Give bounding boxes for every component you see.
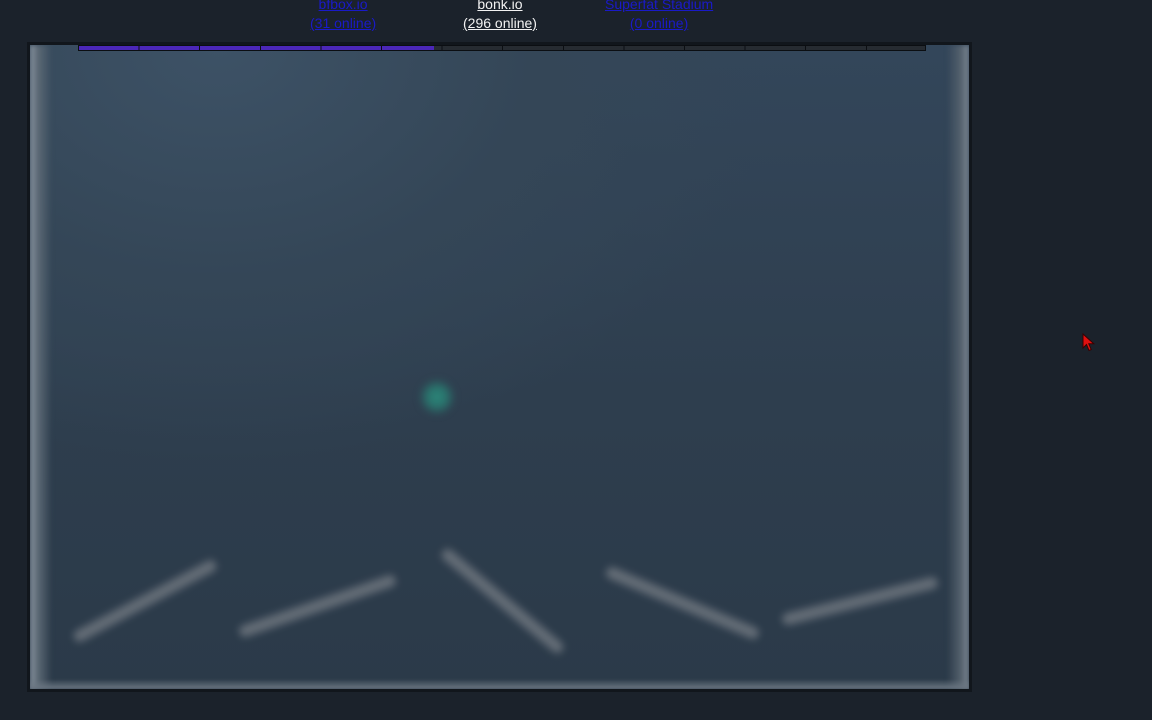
round-progress-ticks <box>79 46 925 50</box>
platform <box>439 546 566 656</box>
map-wall-right <box>947 45 969 689</box>
game-link-superfat-stadium[interactable]: Superfat Stadium (0 online) <box>605 0 713 33</box>
game-link-bonk[interactable]: bonk.io (296 online) <box>463 0 537 33</box>
game-frame[interactable] <box>27 42 972 692</box>
game-link-online-count: (31 online) <box>310 15 377 31</box>
game-link-name: bonk.io <box>477 0 523 12</box>
platform <box>604 565 761 641</box>
game-map-canvas[interactable] <box>30 45 969 689</box>
game-links-bar: bfbox.io (31 online) bonk.io (296 online… <box>0 0 1000 40</box>
map-floor <box>30 679 969 689</box>
platform <box>71 558 219 644</box>
map-wall-left <box>30 45 52 689</box>
player-ball <box>420 380 454 414</box>
game-link-bfbox[interactable]: bfbox.io (31 online) <box>310 0 376 33</box>
game-link-online-count: (296 online) <box>463 15 537 31</box>
game-link-name: bfbox.io <box>318 0 368 12</box>
game-link-online-count: (0 online) <box>629 15 689 31</box>
pointer-arrow-icon <box>1082 333 1096 352</box>
round-progress-bar <box>78 45 926 51</box>
platform <box>780 575 940 627</box>
game-link-name: Superfat Stadium <box>605 0 714 12</box>
platform <box>237 573 398 639</box>
